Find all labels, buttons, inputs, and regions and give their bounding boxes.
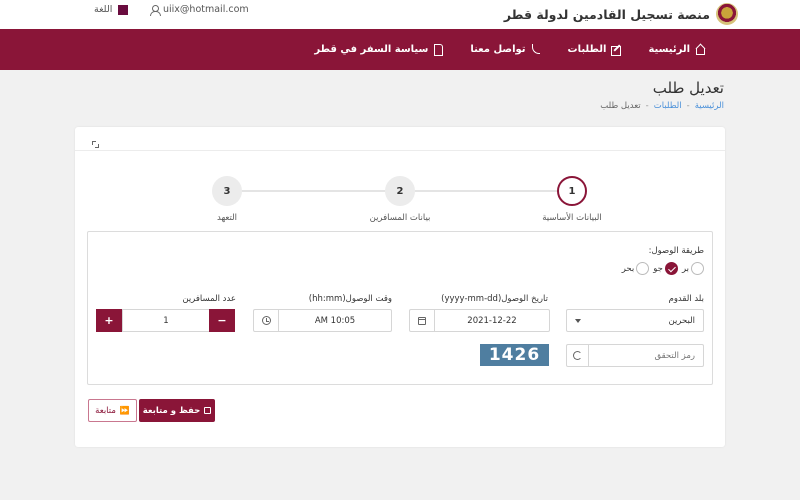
nav-item-label: الطلبات xyxy=(567,44,607,55)
arrival-time-label: وقت الوصول(hh:mm) xyxy=(308,294,392,304)
travelers-count-value: 1 xyxy=(163,315,169,326)
travelers-count-label: عدد المسافرين xyxy=(182,294,236,304)
clock-button[interactable] xyxy=(254,310,279,331)
step-connector xyxy=(241,190,387,192)
top-bar: منصة تسجيل القادمين لدولة قطر uiix@hotma… xyxy=(0,0,800,29)
forward-icon: ⏩ xyxy=(119,406,130,415)
step-2-label: بيانات المسافرين xyxy=(369,213,431,223)
step-1-label: البيانات الأساسية xyxy=(542,213,602,223)
arrival-date-label: تاريخ الوصول(yyyy-mm-dd) xyxy=(441,294,548,304)
language-selector[interactable]: اللغة xyxy=(94,4,129,15)
arrival-country-value: البحرين xyxy=(668,315,695,326)
brand[interactable]: منصة تسجيل القادمين لدولة قطر xyxy=(504,3,738,25)
qatar-emblem-icon xyxy=(716,3,738,25)
arrival-time-input[interactable]: AM 10:05 xyxy=(253,309,392,332)
save-continue-label: حفظ و متابعة xyxy=(142,405,201,416)
breadcrumb: الرئيسية - الطلبات - تعديل طلب xyxy=(600,101,724,111)
arrival-country-select[interactable]: البحرين xyxy=(566,309,704,332)
captcha-image: 1426 xyxy=(480,344,549,366)
main-nav: الرئيسية الطلبات تواصل معنا سياسة السفر … xyxy=(0,29,800,70)
breadcrumb-current: تعديل طلب xyxy=(600,101,641,111)
refresh-captcha-button[interactable] xyxy=(567,345,589,366)
clock-icon xyxy=(261,316,271,325)
step-3-label: التعهد xyxy=(217,213,237,223)
language-flag-icon xyxy=(118,4,129,15)
captcha-input[interactable] xyxy=(566,344,704,367)
language-label: اللغة xyxy=(94,4,113,15)
nav-item-label: الرئيسية xyxy=(648,44,690,55)
arrival-time-value: AM 10:05 xyxy=(314,315,356,326)
radio-land-dot[interactable] xyxy=(691,262,704,275)
breadcrumb-requests[interactable]: الطلبات xyxy=(654,101,682,111)
basic-info-form: طريقة الوصول: بر جو بحر بلد القدوم تاريخ… xyxy=(87,231,713,385)
continue-label: متابعة xyxy=(95,405,116,416)
radio-sea[interactable]: بحر xyxy=(622,262,650,275)
step-3-circle[interactable]: 3 xyxy=(212,176,242,206)
fullscreen-icon[interactable] xyxy=(92,141,99,148)
increment-button[interactable]: + xyxy=(96,309,122,332)
nav-item-label: تواصل معنا xyxy=(470,44,526,55)
radio-sea-dot[interactable] xyxy=(636,262,650,275)
continue-button[interactable]: ⏩ متابعة xyxy=(88,399,137,422)
calendar-icon xyxy=(418,316,426,325)
nav-item-travel-policy[interactable]: سياسة السفر في قطر xyxy=(314,44,444,56)
wizard-stepper: 1 البيانات الأساسية 2 بيانات المسافرين 3… xyxy=(75,171,725,231)
brand-title: منصة تسجيل القادمين لدولة قطر xyxy=(503,6,710,22)
edit-request-card: 1 البيانات الأساسية 2 بيانات المسافرين 3… xyxy=(75,127,725,447)
refresh-icon xyxy=(573,351,582,360)
phone-icon xyxy=(531,44,542,55)
radio-air[interactable]: جو xyxy=(653,262,678,275)
save-continue-button[interactable]: حفظ و متابعة xyxy=(139,399,215,422)
step-1-circle[interactable]: 1 xyxy=(557,176,587,206)
chevron-down-icon xyxy=(575,318,581,323)
travelers-count-input[interactable]: 1 xyxy=(122,309,210,332)
step-connector xyxy=(413,190,558,192)
arrival-method-label: طريقة الوصول: xyxy=(648,246,704,256)
nav-item-requests[interactable]: الطلبات xyxy=(567,44,623,56)
captcha-text-field[interactable] xyxy=(589,350,703,361)
breadcrumb-separator: - xyxy=(645,101,649,111)
user-icon xyxy=(150,5,161,16)
arrival-date-value: 2021-12-22 xyxy=(467,315,517,326)
nav-item-home[interactable]: الرئيسية xyxy=(648,44,706,55)
arrival-method-radios: بر جو بحر xyxy=(622,262,704,275)
arrival-country-label: بلد القدوم xyxy=(668,294,704,304)
nav-item-contact[interactable]: تواصل معنا xyxy=(470,44,541,55)
card-header xyxy=(75,127,725,151)
radio-land[interactable]: بر xyxy=(682,262,704,275)
user-email[interactable]: uiix@hotmail.com xyxy=(150,4,249,16)
document-icon xyxy=(433,44,444,56)
breadcrumb-separator: - xyxy=(686,101,690,111)
decrement-button[interactable]: − xyxy=(209,309,235,332)
edit-icon xyxy=(611,44,622,56)
step-2-circle[interactable]: 2 xyxy=(385,176,415,206)
user-email-text: uiix@hotmail.com xyxy=(163,4,249,15)
page-title: تعديل طلب xyxy=(652,79,724,97)
radio-label: بحر xyxy=(621,263,635,274)
breadcrumb-home[interactable]: الرئيسية xyxy=(695,101,724,111)
radio-label: بر xyxy=(681,263,689,274)
radio-label: جو xyxy=(653,263,663,274)
arrival-date-input[interactable]: 2021-12-22 xyxy=(409,309,550,332)
home-icon xyxy=(695,44,706,55)
calendar-button[interactable] xyxy=(410,310,435,331)
radio-air-dot[interactable] xyxy=(664,262,678,275)
nav-item-label: سياسة السفر في قطر xyxy=(314,44,429,55)
save-icon xyxy=(204,407,212,414)
